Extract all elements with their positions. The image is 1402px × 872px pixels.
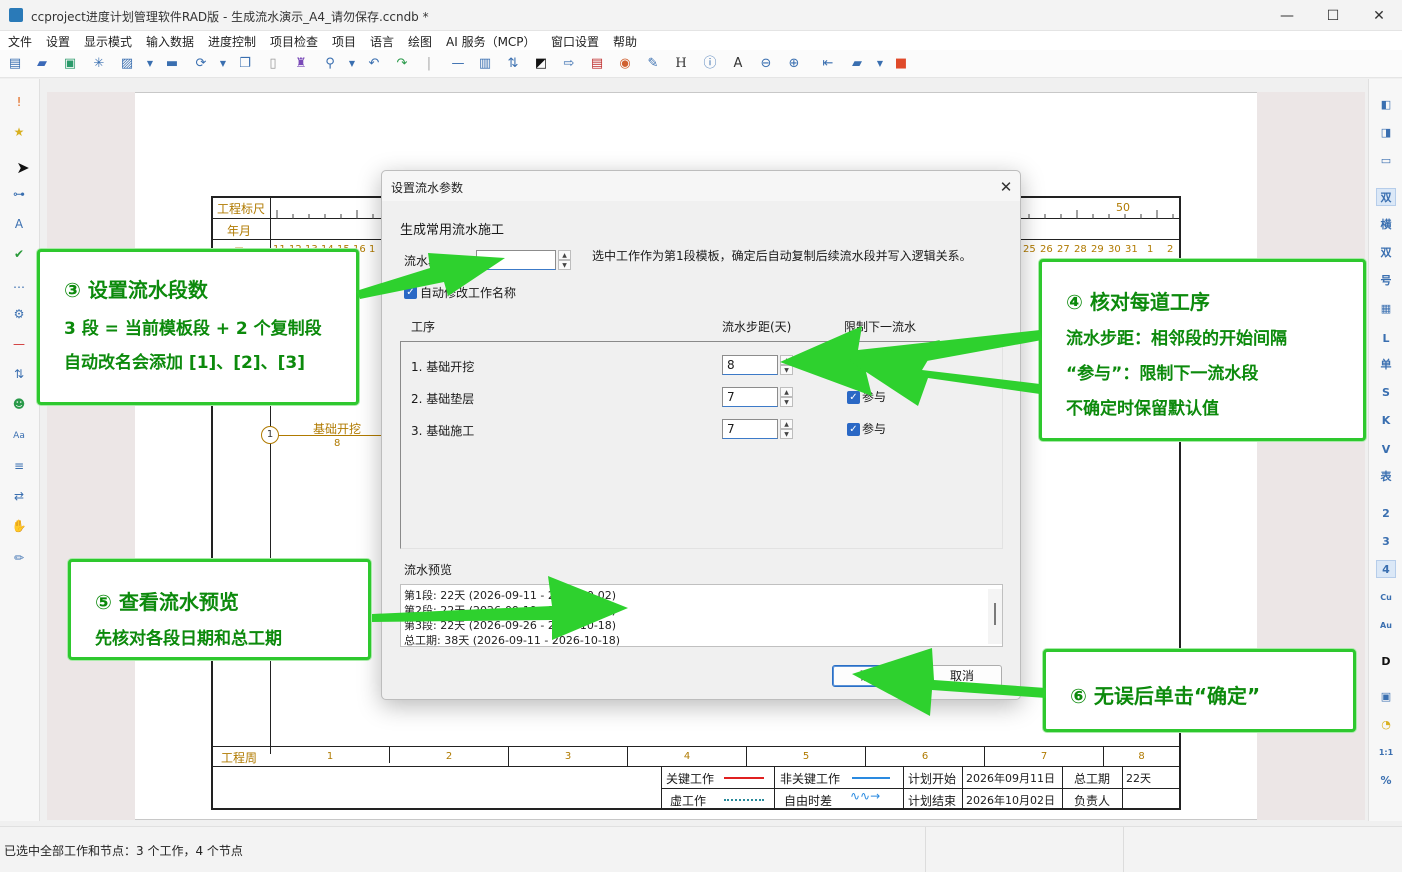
arrow-to-ok — [852, 648, 1046, 716]
arrow-to-preview — [372, 576, 628, 640]
annotation-arrows — [356, 253, 1046, 716]
arrow-to-segments — [356, 253, 505, 299]
app-window: ccproject进度计划管理软件RAD版 - 生成流水演示_A4_请勿保存.c… — [0, 0, 1402, 872]
